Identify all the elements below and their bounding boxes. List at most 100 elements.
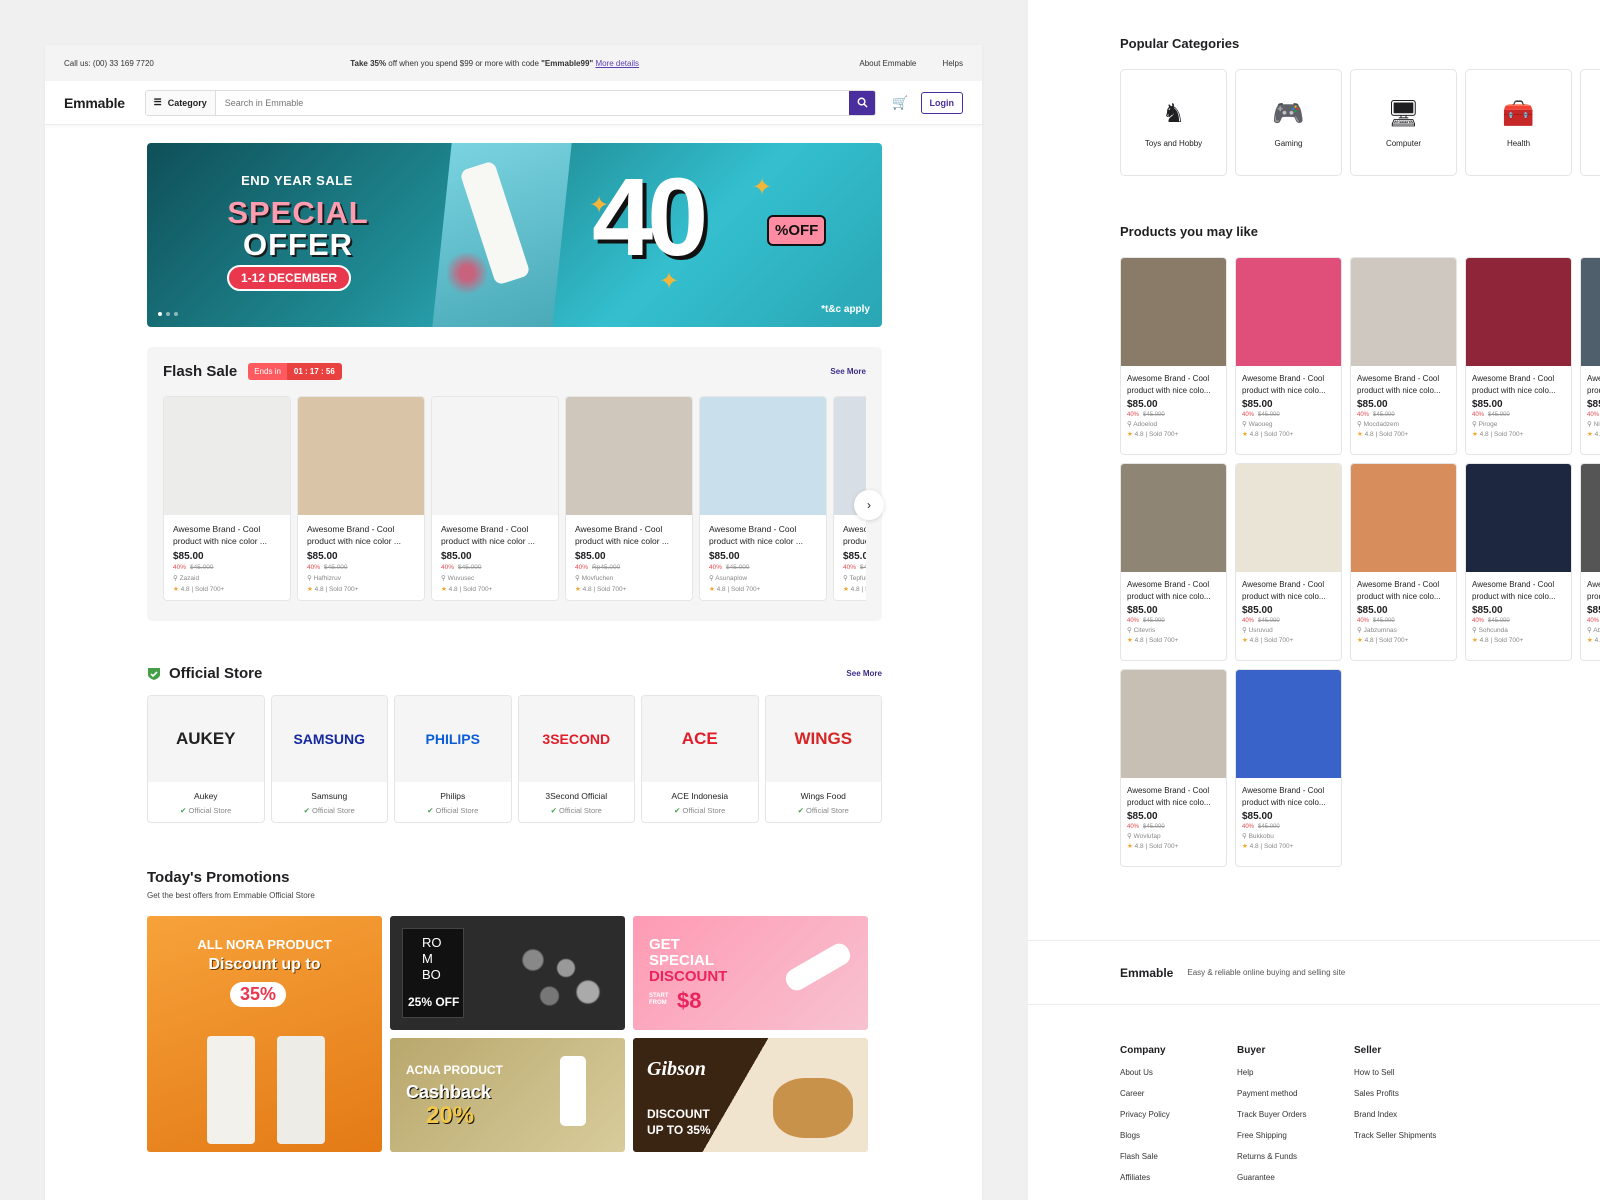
product-image xyxy=(1121,670,1226,778)
homepage-main-panel: Call us: (00) 33 169 7720 Take 35% off w… xyxy=(45,45,982,1200)
hero-line2: SPECIAL xyxy=(227,195,369,230)
product-location: ⚲ Movfuchen xyxy=(575,574,683,582)
recommended-product-card[interactable]: Awesome Brand - Cool product with nice c… xyxy=(1235,669,1342,867)
original-price: $45.000 xyxy=(1373,618,1395,624)
recommended-product-card[interactable]: Awesome Brand - Cool product with nice c… xyxy=(1465,463,1572,661)
product-rating: ★ 4.8 | Sold 700+ xyxy=(1242,636,1335,644)
product-rating: ★ 4.8 | Sold 700+ xyxy=(1127,430,1220,438)
promo-card-gibson[interactable]: Gibson DISCOUNT UP TO 35% xyxy=(633,1038,868,1152)
recommended-product-card[interactable]: Awesome Brand - Cool product with nice c… xyxy=(1350,257,1457,455)
footer-link[interactable]: Free Shipping xyxy=(1237,1131,1354,1140)
search-button[interactable] xyxy=(849,90,876,115)
rating-text: 4.8 | Sold 700+ xyxy=(1134,431,1179,438)
category-card[interactable]: 🧰 Health xyxy=(1465,69,1572,176)
recommended-product-card[interactable]: Awesome Brand - Cool product with nice c… xyxy=(1120,257,1227,455)
category-card[interactable]: 🎮 Gaming xyxy=(1235,69,1342,176)
official-see-more-link[interactable]: See More xyxy=(846,669,882,678)
store-card[interactable]: SAMSUNG Samsung ✔ Official Store xyxy=(270,695,388,823)
flash-product-card[interactable]: Awesome Brand - Cool product with nice c… xyxy=(431,396,559,601)
store-card[interactable]: WINGS Wings Food ✔ Official Store xyxy=(764,695,882,823)
more-details-link[interactable]: More details xyxy=(595,59,639,68)
promo-card-nora[interactable]: ALL NORA PRODUCT Discount up to 35% xyxy=(147,916,382,1152)
verified-check-icon: ✔ xyxy=(427,806,436,815)
flash-product-card[interactable]: Awesome Brand - Cool product with nice c… xyxy=(163,396,291,601)
store-card[interactable]: PHILIPS Philips ✔ Official Store xyxy=(394,695,512,823)
footer-link[interactable]: Flash Sale xyxy=(1120,1152,1237,1161)
product-title: Awesome Brand - Cool product with nice c… xyxy=(441,524,536,547)
footer-link[interactable]: Career xyxy=(1120,1089,1237,1098)
footer-link[interactable]: Track Buyer Orders xyxy=(1237,1110,1354,1119)
hero-banner[interactable]: END YEAR SALE SPECIAL OFFER 1-12 DECEMBE… xyxy=(147,143,882,327)
recommended-product-card[interactable]: Awesome Brand - Cool product with nice c… xyxy=(1350,463,1457,661)
recommended-product-card[interactable]: Awesome Brand - Cool product with nice c… xyxy=(1580,257,1600,455)
category-dropdown[interactable]: ☰ Category xyxy=(145,90,216,115)
nora-bottle-1 xyxy=(207,1036,255,1144)
recommended-product-card[interactable]: Awesome Brand - Cool product with nice c… xyxy=(1120,669,1227,867)
footer-link[interactable]: Track Seller Shipments xyxy=(1354,1131,1471,1140)
discount-percent: 40% xyxy=(1357,412,1370,418)
store-card[interactable]: AUKEY Aukey ✔ Official Store xyxy=(147,695,265,823)
recommended-product-card[interactable]: Awesome Brand - Cool product with nice c… xyxy=(1120,463,1227,661)
original-price: $45.000 xyxy=(726,564,750,571)
product-rating: ★ 4.8 | Sold 700+ xyxy=(1472,430,1565,438)
product-info: Awesome Brand - Cool product with nice c… xyxy=(1236,778,1341,857)
footer-link[interactable]: Blogs xyxy=(1120,1131,1237,1140)
promo-card-special[interactable]: GET SPECIAL DISCOUNT START FROM $8 xyxy=(633,916,868,1030)
category-card[interactable]: 🖥 Computer xyxy=(1350,69,1457,176)
flash-product-card[interactable]: Awesome Brand - Cool product with nice c… xyxy=(699,396,827,601)
site-logo[interactable]: Emmable xyxy=(64,95,145,111)
footer-logo[interactable]: Emmable xyxy=(1120,966,1173,980)
recommended-product-card[interactable]: Awesome Brand - Cool product with nice c… xyxy=(1465,257,1572,455)
store-card[interactable]: ACE ACE Indonesia ✔ Official Store xyxy=(641,695,759,823)
footer-link[interactable]: How to Sell xyxy=(1354,1068,1471,1077)
footer-link[interactable]: Guarantee xyxy=(1237,1173,1354,1182)
flash-see-more-link[interactable]: See More xyxy=(830,367,866,376)
official-badge-label: Official Store xyxy=(188,806,232,815)
product-discount: 40%$45.000 xyxy=(1587,412,1600,418)
location-pin-icon: ⚲ xyxy=(1127,833,1134,840)
recommended-product-card[interactable]: Awesome Brand - Cool product with nice c… xyxy=(1580,463,1600,661)
footer-link[interactable]: Privacy Policy xyxy=(1120,1110,1237,1119)
location-pin-icon: ⚲ xyxy=(1357,627,1364,634)
product-price: $85.00 xyxy=(1242,605,1273,616)
search-input[interactable] xyxy=(215,90,850,115)
footer-column-title: Buyer xyxy=(1237,1045,1266,1056)
footer-link[interactable]: Brand Index xyxy=(1354,1110,1471,1119)
recommended-product-card[interactable]: Awesome Brand - Cool product with nice c… xyxy=(1235,257,1342,455)
location-name: Zazaid xyxy=(179,575,200,582)
footer-link[interactable]: Help xyxy=(1237,1068,1354,1077)
location-name: Mocdadzem xyxy=(1363,421,1399,428)
footer-link[interactable]: About Us xyxy=(1120,1068,1237,1077)
category-card[interactable]: ♞ Toys and Hobby xyxy=(1120,69,1227,176)
flash-product-card[interactable]: Awesome Brand - Cool product with nice c… xyxy=(297,396,425,601)
next-arrow-button[interactable]: › xyxy=(854,490,884,520)
store-card[interactable]: 3SECOND 3Second Official ✔ Official Store xyxy=(517,695,635,823)
promo-card-rombo[interactable]: RO M BO 25% OFF xyxy=(390,916,625,1030)
guitar-body-image xyxy=(773,1078,853,1138)
footer-link[interactable]: Payment method xyxy=(1237,1089,1354,1098)
promo-card-acna[interactable]: ACNA PRODUCT Cashback 20% xyxy=(390,1038,625,1152)
star-icon: ★ xyxy=(1357,431,1365,438)
discount-percent: 40% xyxy=(307,564,321,571)
cart-icon[interactable]: 🛒 xyxy=(892,95,908,111)
product-location: ⚲ Wuvusec xyxy=(441,574,549,582)
rating-text: 4.8 | Sold 700+ xyxy=(1594,637,1600,644)
product-price: $85.00 xyxy=(1242,811,1273,822)
about-link[interactable]: About Emmable xyxy=(859,59,916,68)
special-line2: SPECIAL xyxy=(649,952,715,969)
recommended-product-card[interactable]: Awesome Brand - Cool product with nice c… xyxy=(1235,463,1342,661)
official-badge: ✔ Official Store xyxy=(272,806,388,815)
category-card-partial[interactable] xyxy=(1580,69,1600,176)
help-link[interactable]: Helps xyxy=(943,59,963,68)
login-button[interactable]: Login xyxy=(920,91,963,114)
footer-link[interactable]: Sales Profits xyxy=(1354,1089,1471,1098)
carousel-dots[interactable] xyxy=(158,312,178,316)
product-discount: 40%$45.000 xyxy=(307,564,415,571)
top-info-bar: Call us: (00) 33 169 7720 Take 35% off w… xyxy=(45,45,982,81)
product-location: ⚲ Citevris xyxy=(1127,626,1220,634)
flash-product-card[interactable]: Awesome Brand - Cool product with nice c… xyxy=(565,396,693,601)
footer-link[interactable]: Returns & Funds xyxy=(1237,1152,1354,1161)
footer-column-title: Seller xyxy=(1354,1045,1382,1056)
product-image xyxy=(298,397,424,515)
footer-link[interactable]: Affiliates xyxy=(1120,1173,1237,1182)
